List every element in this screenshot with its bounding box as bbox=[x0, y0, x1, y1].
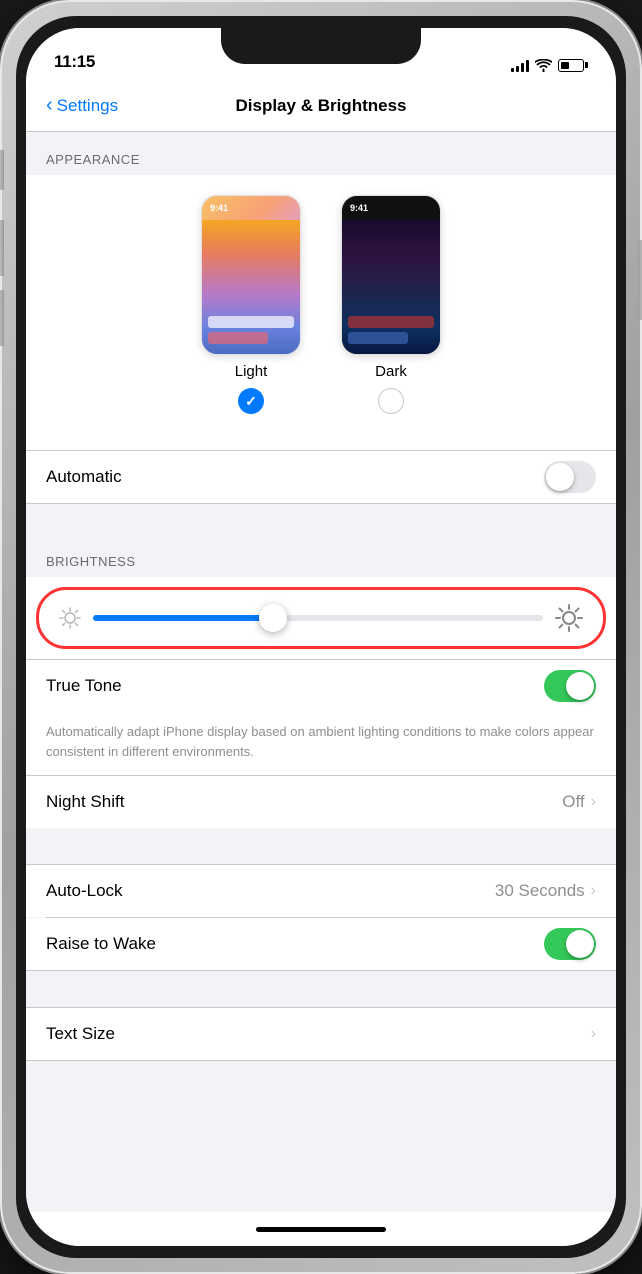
automatic-toggle[interactable] bbox=[544, 461, 596, 493]
light-radio-selected[interactable] bbox=[238, 388, 264, 414]
status-time: 11:15 bbox=[54, 52, 95, 72]
raise-to-wake-toggle[interactable] bbox=[544, 928, 596, 960]
text-size-right: › bbox=[591, 1025, 596, 1043]
true-tone-label: True Tone bbox=[46, 676, 122, 696]
content-area[interactable]: APPEARANCE 9:41 bbox=[26, 132, 616, 1212]
true-tone-description: Automatically adapt iPhone display based… bbox=[26, 712, 616, 775]
auto-lock-value: 30 Seconds bbox=[495, 881, 585, 901]
back-button[interactable]: ‹ Settings bbox=[46, 95, 118, 117]
theme-options: 9:41 Light bbox=[201, 195, 441, 414]
text-size-chevron-icon: › bbox=[591, 1025, 596, 1043]
light-theme-preview: 9:41 bbox=[201, 195, 301, 355]
theme-option-light[interactable]: 9:41 Light bbox=[201, 195, 301, 414]
theme-option-dark[interactable]: 9:41 Dark bbox=[341, 195, 441, 414]
raise-to-wake-label: Raise to Wake bbox=[46, 934, 156, 954]
wifi-icon bbox=[535, 59, 552, 72]
brightness-fill bbox=[93, 615, 273, 621]
night-shift-value: Off bbox=[562, 792, 584, 812]
preview-time-dark: 9:41 bbox=[350, 203, 368, 213]
back-chevron-icon: ‹ bbox=[46, 94, 53, 117]
auto-lock-label: Auto-Lock bbox=[46, 881, 123, 901]
page-title: Display & Brightness bbox=[236, 96, 407, 116]
power-button[interactable] bbox=[638, 240, 642, 320]
brightness-thumb[interactable] bbox=[259, 604, 287, 632]
notch bbox=[221, 28, 421, 64]
night-shift-label: Night Shift bbox=[46, 792, 124, 812]
auto-lock-chevron-icon: › bbox=[591, 882, 596, 900]
automatic-label: Automatic bbox=[46, 467, 122, 487]
auto-lock-right: 30 Seconds › bbox=[495, 881, 596, 901]
brightness-low-icon bbox=[59, 607, 81, 629]
night-shift-row[interactable]: Night Shift Off › bbox=[26, 776, 616, 828]
appearance-card: 9:41 Light bbox=[26, 175, 616, 450]
dark-radio-unselected[interactable] bbox=[378, 388, 404, 414]
true-tone-toggle[interactable] bbox=[544, 670, 596, 702]
appearance-section-header: APPEARANCE bbox=[26, 132, 616, 175]
home-bar bbox=[256, 1227, 386, 1232]
brightness-slider[interactable] bbox=[93, 615, 543, 621]
volume-up-button[interactable] bbox=[0, 220, 4, 276]
phone-inner: 11:15 bbox=[16, 16, 626, 1258]
home-indicator[interactable] bbox=[26, 1212, 616, 1246]
night-shift-chevron-icon: › bbox=[591, 793, 596, 811]
brightness-section-header: BRIGHTNESS bbox=[26, 540, 616, 577]
battery-icon bbox=[558, 59, 588, 72]
phone-frame: 11:15 bbox=[0, 0, 642, 1274]
nav-bar: ‹ Settings Display & Brightness bbox=[26, 80, 616, 132]
back-label: Settings bbox=[57, 96, 118, 116]
night-shift-right: Off › bbox=[562, 792, 596, 812]
dark-theme-preview: 9:41 bbox=[341, 195, 441, 355]
status-icons bbox=[511, 58, 588, 72]
preview-time-light: 9:41 bbox=[210, 203, 228, 213]
brightness-slider-container[interactable] bbox=[36, 587, 606, 649]
dark-label: Dark bbox=[375, 363, 407, 380]
mute-switch[interactable] bbox=[0, 150, 4, 190]
signal-icon bbox=[511, 58, 529, 72]
text-size-row[interactable]: Text Size › bbox=[26, 1008, 616, 1060]
automatic-row: Automatic bbox=[26, 451, 616, 503]
true-tone-row: True Tone bbox=[26, 660, 616, 712]
brightness-high-icon bbox=[555, 604, 583, 632]
screen: 11:15 bbox=[26, 28, 616, 1246]
volume-down-button[interactable] bbox=[0, 290, 4, 346]
text-size-label: Text Size bbox=[46, 1024, 115, 1044]
raise-to-wake-row: Raise to Wake bbox=[26, 918, 616, 970]
auto-lock-row[interactable]: Auto-Lock 30 Seconds › bbox=[26, 865, 616, 917]
light-label: Light bbox=[235, 363, 268, 380]
